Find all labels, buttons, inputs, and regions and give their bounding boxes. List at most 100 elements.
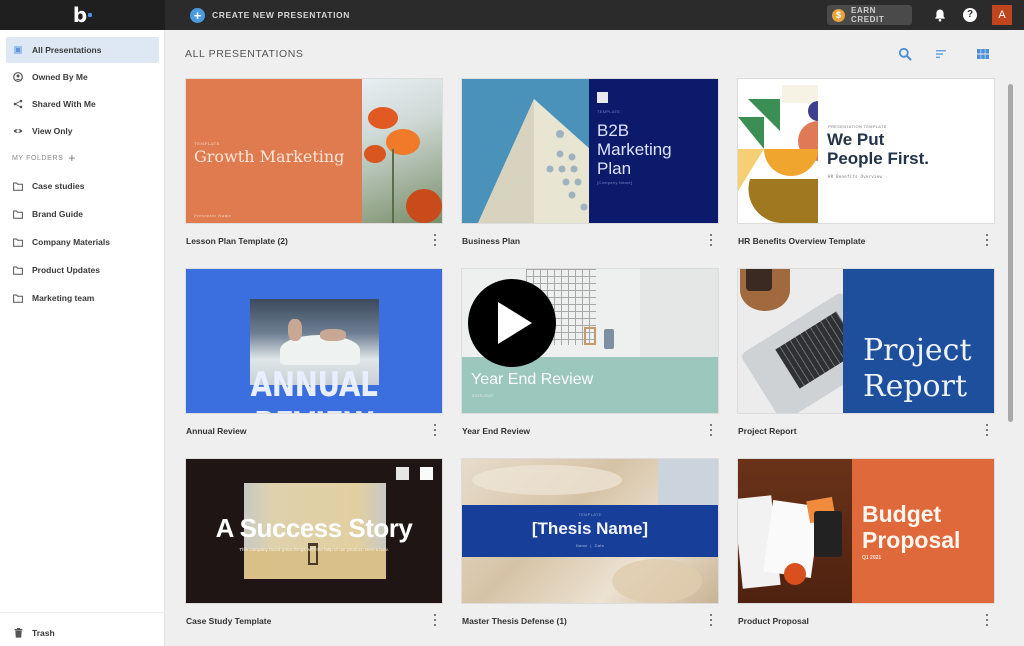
earn-credit-button[interactable]: $ EARN CREDIT [827, 5, 912, 25]
slide-title: We Put People First. [827, 130, 929, 168]
statue-photo [658, 459, 718, 505]
sort-icon[interactable] [934, 47, 948, 61]
presentation-name[interactable]: Lesson Plan Template (2) [186, 236, 288, 246]
user-avatar[interactable]: A [992, 5, 1012, 25]
presentation-thumbnail[interactable]: Year End Review 2019-2020 [462, 269, 718, 413]
slide-panel: Budget Proposal Q1 2021 [852, 459, 994, 603]
folder-label: Case studies [32, 181, 85, 191]
title-line: Marketing [597, 140, 672, 159]
folder-item[interactable]: Brand Guide [6, 201, 159, 227]
more-options-icon[interactable] [984, 234, 990, 246]
sidebar-item-owned-by-me[interactable]: Owned By Me [6, 64, 159, 90]
folder-icon [13, 293, 23, 303]
notification-bell-icon[interactable] [933, 8, 947, 22]
slide-subtitle: [Company Name] [597, 180, 633, 185]
logo-text: b [72, 3, 88, 27]
presentation-thumbnail[interactable]: A Success Story This company faced great… [186, 459, 442, 603]
more-options-icon[interactable] [984, 424, 990, 436]
building-photo [478, 99, 590, 223]
my-folders-label: MY FOLDERS [12, 154, 64, 162]
more-options-icon[interactable] [432, 614, 438, 626]
title-line: B2B [597, 121, 630, 140]
presentation-name[interactable]: Business Plan [462, 236, 520, 246]
share-icon [13, 99, 23, 109]
presentation-thumbnail[interactable]: Project Report [738, 269, 994, 413]
nav-label: View Only [32, 126, 73, 136]
folder-label: Marketing team [32, 293, 95, 303]
presentation-name[interactable]: Annual Review [186, 426, 246, 436]
more-options-icon[interactable] [708, 424, 714, 436]
help-icon[interactable]: ? [963, 8, 977, 22]
earn-credit-label: EARN CREDIT [850, 6, 885, 24]
slide-title: [Thesis Name] [531, 519, 649, 538]
add-folder-button[interactable]: + [68, 152, 75, 164]
desk-photo [738, 459, 852, 603]
folder-icon [13, 209, 23, 219]
grid-view-icon[interactable] [976, 47, 990, 61]
presentation-name[interactable]: HR Benefits Overview Template [738, 236, 865, 246]
slide-title: Growth Marketing [194, 147, 345, 166]
slide-eyebrow: TEMPLATE [578, 512, 602, 517]
sidebar-item-all-presentations[interactable]: All Presentations [6, 37, 159, 63]
sidebar-item-trash[interactable]: Trash [6, 620, 159, 646]
laptop-photo [738, 269, 885, 413]
slide-title: Year End Review [471, 371, 594, 388]
presentation-thumbnail[interactable]: TEMPLATE Growth Marketing Presenter Name [186, 79, 442, 223]
presentation-card[interactable]: ANNUAL REVIEW Annual Review [186, 269, 442, 436]
play-video-button[interactable] [468, 279, 556, 367]
presentation-name[interactable]: Case Study Template [186, 616, 271, 626]
slide-panel: TEMPLATE B2B Marketing Plan [Company Nam… [589, 79, 718, 223]
more-options-icon[interactable] [432, 234, 438, 246]
slide-title: ANNUAL REVIEW [250, 365, 378, 413]
folder-item[interactable]: Company Materials [6, 229, 159, 255]
presentation-thumbnail[interactable]: TEMPLATE [Thesis Name] Name | Date [462, 459, 718, 603]
more-options-icon[interactable] [432, 424, 438, 436]
presentation-card[interactable]: Project Report Project Report [738, 269, 994, 436]
more-options-icon[interactable] [708, 234, 714, 246]
more-options-icon[interactable] [708, 614, 714, 626]
presentation-thumbnail[interactable]: Budget Proposal Q1 2021 [738, 459, 994, 603]
title-line: Budget [862, 501, 942, 527]
sidebar-item-shared-with-me[interactable]: Shared With Me [6, 91, 159, 117]
folder-icon [13, 181, 23, 191]
folder-item[interactable]: Product Updates [6, 257, 159, 283]
presentation-thumbnail[interactable]: ANNUAL REVIEW [186, 269, 442, 413]
folder-icon [13, 237, 23, 247]
scrollbar[interactable] [1008, 84, 1013, 422]
nav-label: Owned By Me [32, 72, 88, 82]
slide-subtitle: HR Benefits Overview [828, 174, 883, 179]
folder-label: Product Updates [32, 265, 101, 275]
presentation-card[interactable]: Year End Review 2019-2020 Year End Revie… [462, 269, 718, 436]
presentation-card[interactable]: TEMPLATE [Thesis Name] Name | Date Maste… [462, 459, 718, 626]
sidebar-item-view-only[interactable]: View Only [6, 118, 159, 144]
presentation-card[interactable]: PRESENTATION TEMPLATE We Put People Firs… [738, 79, 994, 246]
title-line: Proposal [862, 527, 961, 553]
slide-eyebrow: TEMPLATE [597, 109, 621, 114]
slide-subtitle: Name | Date [575, 543, 605, 548]
presentation-card[interactable]: TEMPLATE Growth Marketing Presenter Name… [186, 79, 442, 246]
flower-photo [362, 79, 442, 223]
folder-item[interactable]: Marketing team [6, 285, 159, 311]
presentation-thumbnail[interactable]: PRESENTATION TEMPLATE We Put People Firs… [738, 79, 994, 223]
eye-icon [13, 126, 23, 136]
presentation-card[interactable]: Budget Proposal Q1 2021 Product Proposal [738, 459, 994, 626]
slide-eyebrow: PRESENTATION TEMPLATE [828, 124, 887, 129]
presentation-thumbnail[interactable]: TEMPLATE B2B Marketing Plan [Company Nam… [462, 79, 718, 223]
title-line: We Put [827, 130, 885, 149]
logo[interactable]: b [0, 0, 165, 30]
folder-icon [13, 265, 23, 275]
presentation-card[interactable]: A Success Story This company faced great… [186, 459, 442, 626]
slide-panel: Project Report [843, 269, 994, 413]
search-icon[interactable] [898, 47, 912, 61]
presentation-name[interactable]: Product Proposal [738, 616, 809, 626]
more-options-icon[interactable] [984, 614, 990, 626]
slide-subtitle: Q1 2021 [862, 555, 882, 561]
presentation-name[interactable]: Master Thesis Defense (1) [462, 616, 567, 626]
create-new-presentation-button[interactable]: + CREATE NEW PRESENTATION [190, 7, 350, 23]
presentation-card[interactable]: TEMPLATE B2B Marketing Plan [Company Nam… [462, 79, 718, 246]
presentation-name[interactable]: Project Report [738, 426, 797, 436]
slide-subtitle: 2019-2020 [472, 393, 494, 398]
play-icon [498, 302, 532, 344]
presentation-name[interactable]: Year End Review [462, 426, 530, 436]
folder-item[interactable]: Case studies [6, 173, 159, 199]
